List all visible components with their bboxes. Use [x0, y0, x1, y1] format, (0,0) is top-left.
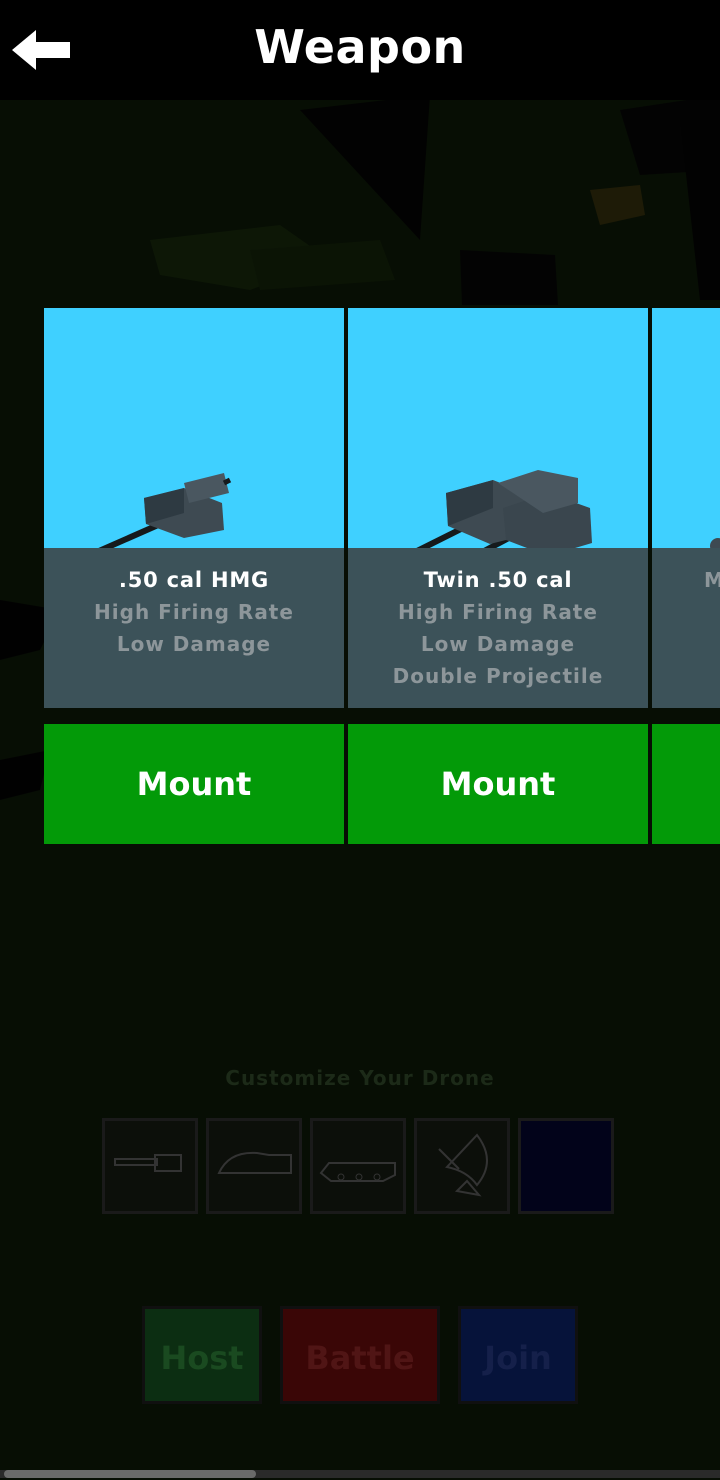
gun-icon [114, 1154, 182, 1172]
weapon-stat: Double Projectile [392, 664, 604, 688]
battle-button[interactable]: Battle [280, 1306, 440, 1404]
weapon-model-image [710, 538, 720, 548]
weapon-card-partial[interactable]: M [652, 308, 720, 708]
mount-button[interactable]: Mount [44, 724, 344, 844]
weapon-stat: M [704, 568, 720, 592]
slot-weapon[interactable] [102, 1118, 198, 1214]
slot-radar[interactable] [414, 1118, 510, 1214]
weapon-info-panel: Twin .50 cal High Firing Rate Low Damage… [348, 548, 648, 708]
customize-label: Customize Your Drone [225, 1066, 495, 1090]
tank-body-icon [319, 1162, 396, 1182]
weapon-name: Twin .50 cal [423, 568, 573, 592]
dome-icon [217, 1151, 292, 1174]
slot-chassis[interactable] [310, 1118, 406, 1214]
host-button[interactable]: Host [142, 1306, 262, 1404]
scrollbar-thumb[interactable] [4, 1470, 256, 1478]
weapon-name: .50 cal HMG [118, 568, 270, 592]
join-button[interactable]: Join [458, 1306, 578, 1404]
slot-empty[interactable] [518, 1118, 614, 1214]
page-title: Weapon [254, 20, 466, 74]
twin-50cal-model-image [416, 470, 592, 548]
mount-button[interactable] [652, 724, 720, 844]
mount-button[interactable]: Mount [348, 724, 648, 844]
header-bar: Weapon [0, 0, 720, 100]
weapon-stat: High Firing Rate [94, 600, 294, 624]
weapon-stat: High Firing Rate [398, 600, 598, 624]
weapon-stat: Low Damage [420, 632, 576, 656]
slot-body[interactable] [206, 1118, 302, 1214]
weapon-card-50cal-hmg[interactable]: .50 cal HMG High Firing Rate Low Damage [44, 308, 344, 708]
radar-dish-icon [438, 1133, 488, 1197]
hmg-model-image [98, 473, 232, 548]
weapon-info-panel: M [652, 548, 720, 708]
weapon-card-twin-50cal[interactable]: Twin .50 cal High Firing Rate Low Damage… [348, 308, 648, 708]
weapon-stat: Low Damage [116, 632, 272, 656]
weapon-info-panel: .50 cal HMG High Firing Rate Low Damage [44, 548, 344, 708]
